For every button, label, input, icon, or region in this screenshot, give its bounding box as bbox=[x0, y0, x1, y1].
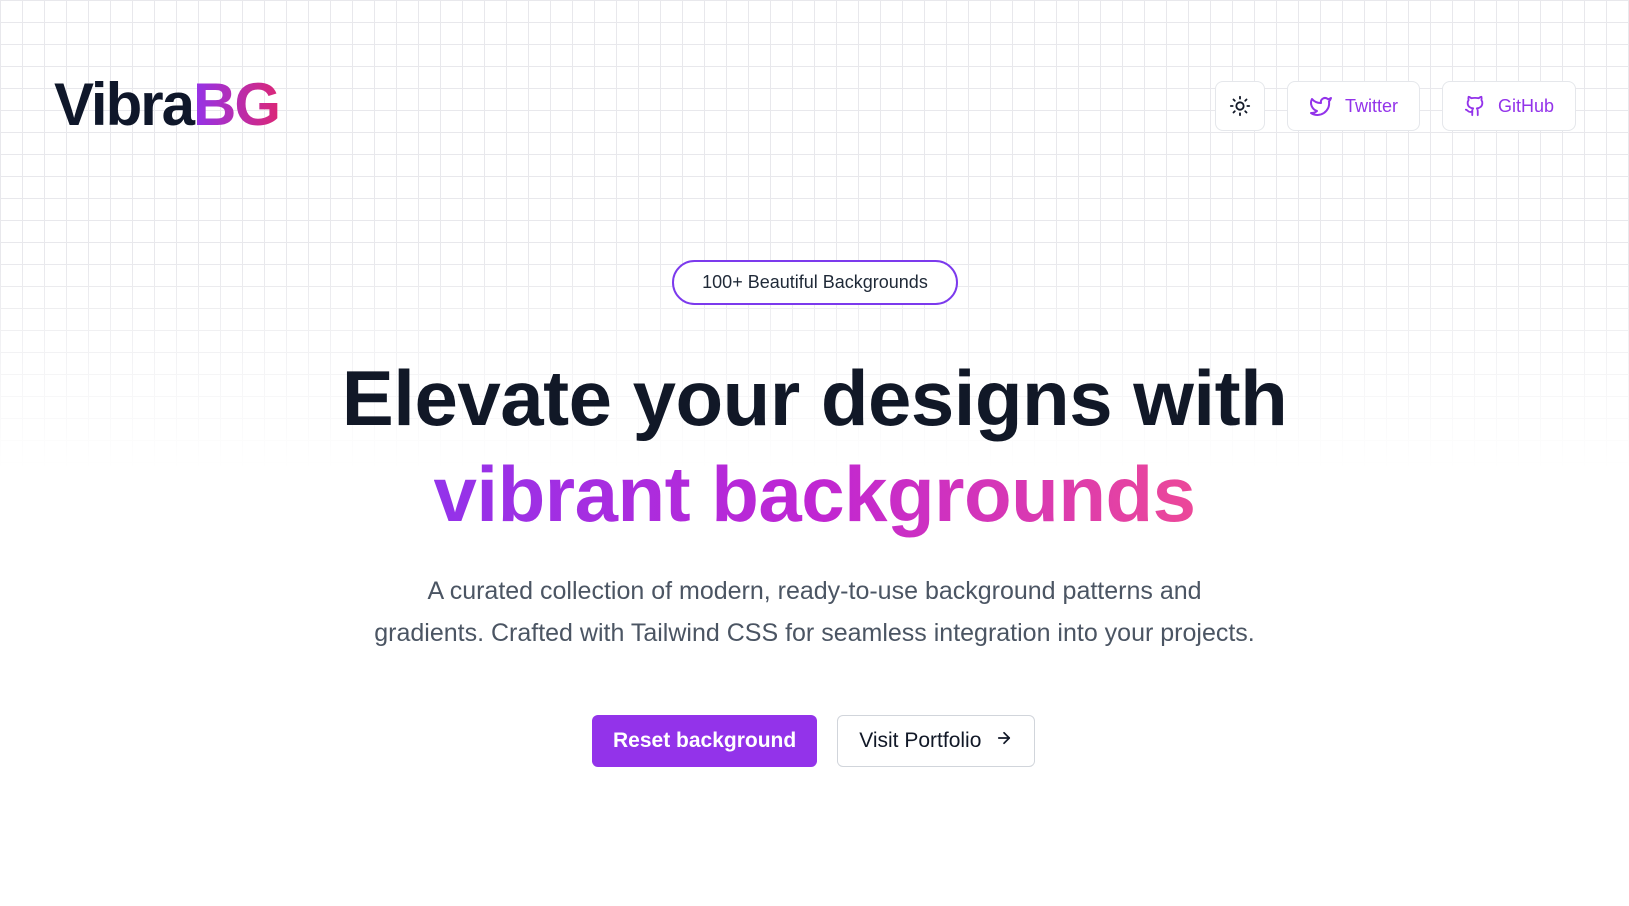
github-label: GitHub bbox=[1497, 95, 1554, 116]
headline-line-2-gradient: vibrant backgrounds bbox=[434, 446, 1196, 542]
subtitle-line-1: A curated collection of modern, ready-to… bbox=[427, 577, 1202, 605]
hero-actions: Reset background Visit Portfolio bbox=[592, 715, 1036, 767]
twitter-icon bbox=[1309, 94, 1333, 118]
github-link[interactable]: GitHub bbox=[1441, 81, 1576, 131]
subtitle-line-2: gradients. Crafted with Tailwind CSS for… bbox=[374, 619, 1255, 647]
page: VibraBG Twitter GitHub 100+ Beautiful Ba… bbox=[0, 0, 1629, 906]
header-nav: Twitter GitHub bbox=[1214, 81, 1576, 131]
twitter-label: Twitter bbox=[1344, 95, 1398, 116]
visit-portfolio-button[interactable]: Visit Portfolio bbox=[837, 715, 1036, 767]
logo-text-bg: BG bbox=[192, 71, 281, 138]
sun-icon bbox=[1229, 95, 1251, 117]
hero-headline: Elevate your designs with vibrant backgr… bbox=[0, 350, 1629, 542]
theme-toggle-button[interactable] bbox=[1214, 81, 1265, 131]
visit-portfolio-label: Visit Portfolio bbox=[859, 729, 982, 752]
headline-line-1: Elevate your designs with bbox=[341, 354, 1288, 442]
logo-text-vibra: Vibra bbox=[54, 71, 195, 138]
backgrounds-count-badge: 100+ Beautiful Backgrounds bbox=[672, 260, 958, 305]
arrow-right-icon bbox=[995, 729, 1013, 753]
logo[interactable]: VibraBG bbox=[54, 70, 281, 140]
hero-subtitle: A curated collection of modern, ready-to… bbox=[0, 570, 1629, 654]
site-header: VibraBG Twitter GitHub bbox=[0, 0, 1629, 210]
reset-background-button[interactable]: Reset background bbox=[592, 715, 818, 767]
github-icon bbox=[1464, 94, 1486, 118]
twitter-link[interactable]: Twitter bbox=[1286, 81, 1420, 131]
